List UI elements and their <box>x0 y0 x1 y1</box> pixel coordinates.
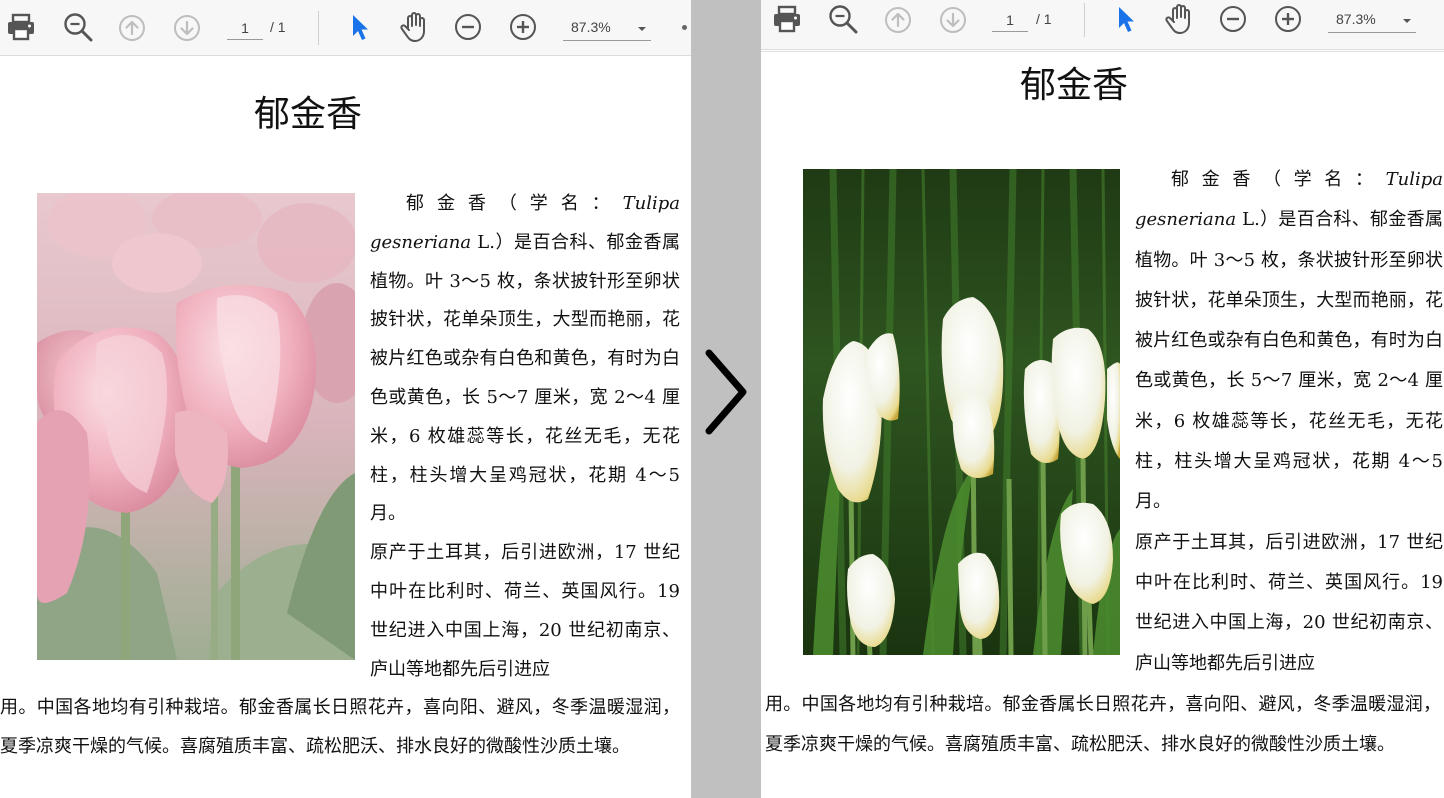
document-page: 郁金香 郁金香（学名：Tulipa gesneriana L.）是百合科、郁金香… <box>761 51 1444 798</box>
page-up-icon[interactable] <box>883 5 913 35</box>
chevron-right-icon[interactable] <box>703 347 749 437</box>
dropdown-caret-icon <box>637 21 647 39</box>
zoom-search-icon[interactable] <box>61 11 95 43</box>
zoom-in-icon[interactable] <box>1273 4 1303 34</box>
more-options-icon[interactable] <box>682 25 687 30</box>
document-page: 郁金香 郁金香（学名：Tulipa gesneriana L.）是百合科、郁金香… <box>0 57 691 798</box>
zoom-value: 87.3% <box>1336 11 1376 27</box>
hand-tool-icon[interactable] <box>1163 2 1197 36</box>
body-text-wrapped: 郁金香（学名：Tulipa gesneriana L.）是百合科、郁金香属植物。… <box>370 185 680 689</box>
select-cursor-icon[interactable] <box>1112 4 1140 34</box>
hand-tool-icon[interactable] <box>398 10 432 44</box>
page-total-label: / 1 <box>270 19 286 35</box>
body-text-wrapped: 郁金香（学名：Tulipa gesneriana L.）是百合科、郁金香属植物。… <box>1135 160 1443 684</box>
zoom-search-icon[interactable] <box>826 3 860 35</box>
document-title: 郁金香 <box>254 94 363 135</box>
zoom-in-icon[interactable] <box>508 12 538 42</box>
right-document-pane: / 1 87.3% 郁金香 <box>761 0 1444 798</box>
toolbar-divider <box>318 11 319 45</box>
pink-tulips-photo <box>37 193 355 660</box>
paragraph-2-wrapped: 原产于土耳其，后引进欧洲，17 世纪中叶在比利时、荷兰、英国风行。19 世纪进入… <box>370 542 680 680</box>
body-text-full: 用。中国各地均有引种栽培。郁金香属长日照花卉，喜向阳、避风，冬季温暖湿润，夏季凉… <box>0 689 680 767</box>
para1-rest-text: L.）是百合科、郁金香属植物。叶 3～5 枚，条状披针形至卵状披针状，花单朵顶生… <box>1135 209 1443 513</box>
page-down-icon[interactable] <box>938 5 968 35</box>
page-number-input[interactable] <box>992 8 1028 32</box>
zoom-value: 87.3% <box>571 19 611 35</box>
para1-lead-text: 郁金香（学名： <box>1171 169 1386 190</box>
zoom-out-icon[interactable] <box>1218 4 1248 34</box>
page-down-icon[interactable] <box>172 13 202 43</box>
print-icon[interactable] <box>770 4 804 34</box>
print-icon[interactable] <box>4 12 38 42</box>
toolbar-divider <box>1084 3 1085 37</box>
paragraph-2-continued: 用。中国各地均有引种栽培。郁金香属长日照花卉，喜向阳、避风，冬季温暖湿润，夏季凉… <box>765 694 1441 756</box>
zoom-select[interactable]: 87.3% <box>563 15 651 41</box>
dropdown-caret-icon <box>1402 13 1412 31</box>
white-tulips-photo <box>803 169 1120 655</box>
page-up-icon[interactable] <box>117 13 147 43</box>
zoom-select[interactable]: 87.3% <box>1328 7 1416 33</box>
para1-lead-text: 郁金香（学名： <box>406 193 623 214</box>
paragraph-2-continued: 用。中国各地均有引种栽培。郁金香属长日照花卉，喜向阳、避风，冬季温暖湿润，夏季凉… <box>0 697 680 757</box>
zoom-out-icon[interactable] <box>453 12 483 42</box>
left-document-pane: / 1 87.3% 郁金香 <box>0 0 691 798</box>
pdf-toolbar: / 1 87.3% <box>0 0 691 56</box>
page-total-label: / 1 <box>1036 11 1052 27</box>
paragraph-1: 郁金香（学名：Tulipa gesneriana L.）是百合科、郁金香属植物。… <box>370 185 680 534</box>
pdf-toolbar: / 1 87.3% <box>761 0 1444 50</box>
document-title: 郁金香 <box>1020 65 1129 106</box>
page-number-input[interactable] <box>227 16 263 40</box>
paragraph-2-wrapped: 原产于土耳其，后引进欧洲，17 世纪中叶在比利时、荷兰、英国风行。19 世纪进入… <box>1135 531 1443 674</box>
select-cursor-icon[interactable] <box>346 12 374 42</box>
body-text-full: 用。中国各地均有引种栽培。郁金香属长日照花卉，喜向阳、避风，冬季温暖湿润，夏季凉… <box>765 685 1441 766</box>
para1-rest-text: L.）是百合科、郁金香属植物。叶 3～5 枚，条状披针形至卵状披针状，花单朵顶生… <box>370 231 680 525</box>
paragraph-1: 郁金香（学名：Tulipa gesneriana L.）是百合科、郁金香属植物。… <box>1135 160 1443 523</box>
